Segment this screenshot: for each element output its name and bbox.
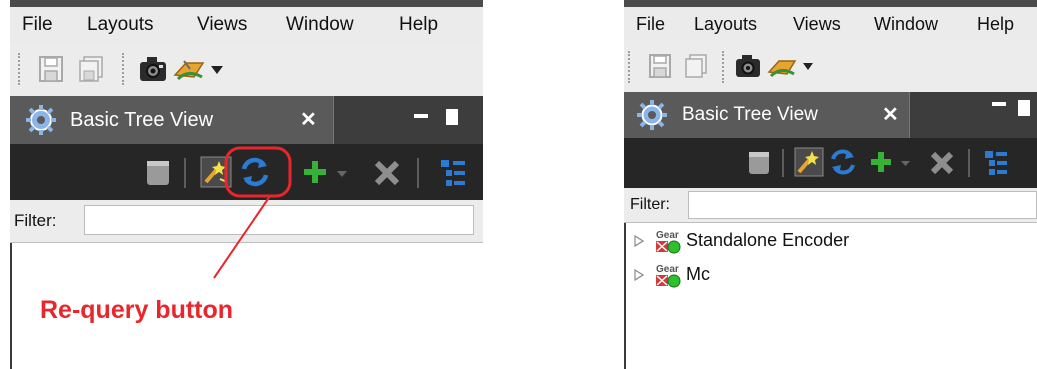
menu-window[interactable]: Window [870,7,942,41]
left-screenshot: File Layouts Views Window Help Basic Tre… [10,0,483,369]
view-tab-bar: Basic Tree View ✕ [624,92,1037,138]
filter-row: Filter: [624,188,1037,223]
title-bar-edge [10,0,483,7]
annotation-label: Re-query button [40,296,234,324]
menu-layouts[interactable]: Layouts [83,7,158,43]
wand-icon[interactable] [794,147,824,177]
toolbar-grip [18,53,23,85]
minimize-icon[interactable] [992,102,1006,106]
view-tab-basic-tree-view[interactable]: Basic Tree View ✕ [624,92,910,138]
tree-content: Gear Standalone Encoder Gear Mc [624,223,1037,369]
camera-icon[interactable] [138,54,168,84]
right-screenshot: File Layouts Views Window Help Basic Tre… [624,0,1037,369]
delete-icon[interactable] [374,160,400,186]
menu-file[interactable]: File [632,7,669,41]
document-icon[interactable] [146,160,170,186]
filter-label: Filter: [14,211,57,230]
expand-icon[interactable] [634,235,644,247]
filter-label: Filter: [630,196,670,213]
tree-item-badge: Gear [656,230,679,241]
chevron-down-icon[interactable] [802,62,814,71]
gear-icon [637,100,667,130]
chevron-down-icon[interactable] [210,65,224,75]
add-icon[interactable] [870,151,892,173]
tree-item-label: Standalone Encoder [686,230,850,250]
view-toolbar [624,138,1037,188]
gear-device-icon: Gear [656,230,681,254]
gear-icon [26,105,56,135]
delete-icon[interactable] [930,151,954,175]
menu-views[interactable]: Views [193,7,251,43]
filter-input[interactable] [688,191,1037,219]
menu-layouts[interactable]: Layouts [690,7,761,41]
save-all-icon[interactable] [78,55,104,83]
title-bar-edge [624,0,1037,7]
maximize-icon[interactable] [446,109,458,125]
maximize-icon[interactable] [1018,100,1030,116]
save-all-icon[interactable] [684,53,708,79]
annotation-pointer [213,195,271,279]
menu-help[interactable]: Help [395,7,442,43]
separator [184,158,186,188]
view-tab-title: Basic Tree View [682,104,818,125]
menu-file[interactable]: File [18,7,57,43]
menu-window[interactable]: Window [282,7,358,43]
expand-icon[interactable] [634,269,644,281]
chevron-down-icon[interactable] [900,160,911,167]
view-tab-basic-tree-view[interactable]: Basic Tree View ✕ [10,96,334,144]
separator [417,158,419,188]
view-tab-bar: Basic Tree View ✕ [10,96,483,144]
wizard-icon[interactable] [766,53,798,79]
close-icon[interactable]: ✕ [882,92,899,138]
save-icon[interactable] [38,55,64,83]
menu-help[interactable]: Help [973,7,1018,41]
menu-views[interactable]: Views [789,7,845,41]
add-icon[interactable] [303,160,327,184]
separator [968,149,970,177]
main-toolbar [10,43,483,96]
menu-bar: File Layouts Views Window Help [624,7,1037,41]
minimize-icon[interactable] [414,114,428,118]
chevron-down-icon[interactable] [336,170,348,178]
tree-layout-icon[interactable] [440,158,466,188]
toolbar-grip [722,51,727,83]
close-icon[interactable]: ✕ [300,96,317,144]
wizard-icon[interactable] [172,55,206,83]
camera-icon[interactable] [734,52,762,80]
tree-layout-icon[interactable] [984,149,1008,177]
panel-border [624,223,626,369]
toolbar-grip [122,53,127,85]
tree-item-label: Mc [686,264,710,284]
view-tab-title: Basic Tree View [70,109,214,131]
refresh-icon[interactable] [828,147,858,177]
main-toolbar [624,41,1037,92]
document-icon[interactable] [748,151,770,175]
separator [782,149,784,177]
save-icon[interactable] [648,53,672,79]
menu-bar: File Layouts Views Window Help [10,7,483,43]
tree-item-badge: Gear [656,264,679,275]
gear-device-icon: Gear [656,264,681,288]
toolbar-grip [628,51,633,83]
panel-border [10,243,12,369]
